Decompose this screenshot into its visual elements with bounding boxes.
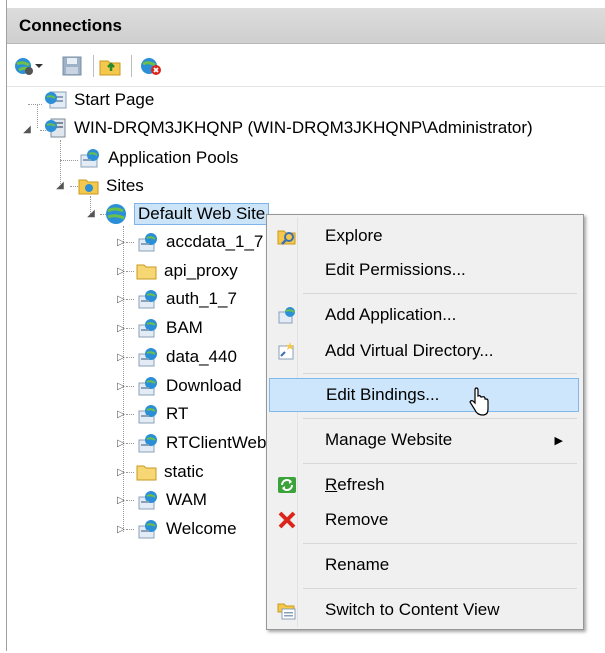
tree-item-app[interactable]: auth_1_7: [136, 286, 237, 312]
tree-item-label: BAM: [166, 318, 203, 337]
tree-item-app[interactable]: BAM: [136, 315, 203, 341]
tree-item-app[interactable]: WAM: [136, 487, 207, 513]
tree-item-folder[interactable]: api_proxy: [136, 258, 238, 284]
refresh-icon: [278, 477, 296, 493]
website-globe-icon: [106, 204, 126, 224]
web-application-icon: [138, 491, 157, 510]
content-view-icon: [277, 603, 296, 620]
menu-item-label: Switch to Content View: [325, 600, 500, 619]
expand-triangle-icon[interactable]: ▷: [116, 266, 126, 277]
sites-folder-icon: [78, 179, 99, 195]
menu-item-label: Rename: [325, 555, 390, 574]
expand-triangle-icon[interactable]: ▷: [116, 409, 126, 420]
menu-item-refresh[interactable]: Refresh: [269, 468, 579, 502]
web-application-icon: [138, 233, 157, 252]
tree-item-app[interactable]: Download: [136, 373, 242, 399]
expand-triangle-icon[interactable]: ▷: [116, 381, 126, 392]
tree-item-label: auth_1_7: [166, 289, 237, 308]
menu-item-remove[interactable]: Remove: [269, 503, 579, 537]
menu-item-add-virtual-directory[interactable]: Add Virtual Directory...: [269, 334, 579, 368]
web-application-icon: [138, 434, 157, 453]
start-page-icon: [45, 91, 67, 109]
tree-item-label: data_440: [166, 347, 237, 366]
web-application-icon: [138, 520, 157, 539]
expand-triangle-icon[interactable]: ▷: [116, 524, 126, 535]
tree-item-label: RTClientWeb: [166, 433, 267, 452]
collapse-triangle-icon[interactable]: ◢: [55, 180, 65, 191]
expand-triangle-icon[interactable]: ▷: [116, 294, 126, 305]
tree-item-label: Download: [166, 376, 242, 395]
menu-item-label: Add Application...: [325, 305, 457, 324]
add-virtual-directory-icon: [278, 342, 294, 360]
menu-item-switch-content-view[interactable]: Switch to Content View: [269, 593, 579, 627]
tree-item-label: RT: [166, 404, 189, 423]
application-pools-icon: [80, 149, 99, 168]
web-application-icon: [138, 405, 157, 424]
menu-item-add-application[interactable]: Add Application...: [269, 298, 579, 332]
tree-item-start-page[interactable]: Start Page: [44, 87, 154, 113]
web-application-icon: [138, 290, 157, 309]
menu-item-label: Edit Bindings...: [326, 385, 440, 404]
tree-item-label: WAM: [166, 490, 207, 509]
menu-item-explore[interactable]: Explore: [269, 219, 579, 253]
refresh-mnemonic: R: [325, 475, 338, 494]
tree-item-application-pools[interactable]: Application Pools: [78, 145, 238, 171]
tree-item-label: Welcome: [166, 519, 237, 538]
remove-x-icon: [278, 511, 296, 529]
web-application-icon: [138, 319, 157, 338]
menu-item-rename[interactable]: Rename: [269, 548, 579, 582]
expand-triangle-icon[interactable]: ▷: [116, 467, 126, 478]
tree-item-sites[interactable]: Sites: [78, 173, 144, 199]
collapse-triangle-icon[interactable]: ◢: [86, 208, 96, 219]
menu-item-label: Explore: [325, 226, 383, 245]
context-menu: Explore Edit Permissions... Add Applicat…: [266, 214, 584, 630]
tree-item-label: static: [164, 462, 204, 481]
menu-item-edit-bindings[interactable]: Edit Bindings...: [269, 378, 579, 412]
tree-item-label: api_proxy: [164, 261, 238, 280]
web-application-icon: [138, 377, 157, 396]
expand-triangle-icon[interactable]: ▷: [116, 438, 126, 449]
tree-item-app[interactable]: RTClientWeb: [136, 430, 266, 456]
menu-item-manage-website[interactable]: Manage Website ▶: [269, 423, 579, 457]
tree-item-default-web-site[interactable]: Default Web Site: [104, 201, 270, 227]
folder-icon: [136, 264, 157, 280]
expand-triangle-icon[interactable]: ▷: [116, 352, 126, 363]
menu-item-label: Edit Permissions...: [325, 260, 466, 279]
menu-item-label: Manage Website: [325, 430, 453, 449]
tree-item-app[interactable]: RT: [136, 401, 188, 427]
tree-item-label: Start Page: [74, 90, 155, 109]
tree-item-app[interactable]: accdata_1_7: [136, 229, 263, 255]
menu-item-edit-permissions[interactable]: Edit Permissions...: [269, 253, 579, 287]
tree-item-label: Default Web Site: [134, 203, 270, 225]
submenu-arrow-icon: ▶: [554, 434, 563, 447]
expand-triangle-icon[interactable]: ▷: [116, 237, 126, 248]
tree-item-folder[interactable]: static: [136, 459, 204, 485]
tree-item-app[interactable]: data_440: [136, 344, 237, 370]
tree-item-label: Application Pools: [108, 148, 239, 167]
folder-icon: [136, 465, 157, 481]
expand-triangle-icon[interactable]: ▷: [116, 323, 126, 334]
explore-icon: [277, 230, 296, 245]
tree-item-server[interactable]: WIN-DRQM3JKHQNP (WIN-DRQM3JKHQNP\Adminis…: [44, 115, 533, 141]
collapse-triangle-icon[interactable]: ◢: [22, 124, 32, 135]
mouse-cursor-icon: [469, 387, 489, 416]
menu-item-label: Add Virtual Directory...: [325, 341, 494, 360]
server-icon: [45, 118, 66, 138]
menu-item-label: efresh: [337, 475, 385, 494]
tree-item-label: accdata_1_7: [166, 232, 264, 251]
tree-item-label: WIN-DRQM3JKHQNP (WIN-DRQM3JKHQNP\Adminis…: [74, 118, 533, 137]
add-application-icon: [278, 307, 295, 324]
web-application-icon: [138, 348, 157, 367]
tree-item-app[interactable]: Welcome: [136, 516, 237, 542]
tree-item-label: Sites: [106, 176, 144, 195]
expand-triangle-icon[interactable]: ▷: [116, 495, 126, 506]
menu-item-label: Remove: [325, 510, 389, 529]
